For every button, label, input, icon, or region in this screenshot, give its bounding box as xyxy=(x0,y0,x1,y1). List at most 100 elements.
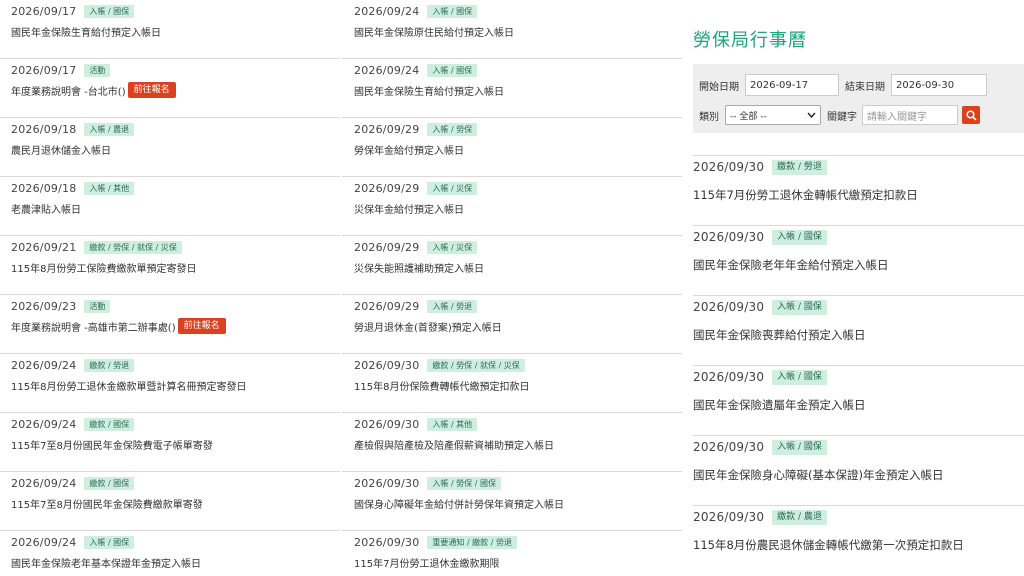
event-date: 2026/09/29 xyxy=(354,240,420,254)
event-item[interactable]: 2026/09/30 繳款 / 勞保 / 就保 / 災保 115年8月份保險費轉帳代… xyxy=(342,354,682,413)
calendar-event-item[interactable]: 2026/09/30 入帳 / 國保 國民年金保險老年年金給付預定入帳日 xyxy=(693,225,1024,295)
event-category-tag: 入帳 / 國保 xyxy=(84,535,135,549)
event-category-tag: 入帳 / 勞保 xyxy=(427,122,478,136)
keyword-label: 關鍵字 xyxy=(827,111,857,123)
event-item[interactable]: 2026/09/23 活動年度業務說明會 -高雄市第二辦事處() 前往報名 xyxy=(0,295,340,354)
event-title[interactable]: 115年8月份勞工退休金繳款單暨計算名冊預定寄發日 xyxy=(11,378,246,393)
calendar-title: 勞保局行事曆 xyxy=(693,30,807,51)
event-title[interactable]: 115年8月份勞工保險費繳款單預定寄發日 xyxy=(11,260,196,275)
event-item[interactable]: 2026/09/29 入帳 / 災保災保失能照護補助預定入帳日 xyxy=(342,236,682,295)
calendar-event-item[interactable]: 2026/09/30 繳款 / 勞退 115年7月份勞工退休金轉帳代繳預定扣款日 xyxy=(693,155,1024,225)
register-button[interactable]: 前往報名 xyxy=(177,318,226,334)
event-date: 2026/09/30 xyxy=(693,440,765,454)
event-title[interactable]: 國民年金保險原住民給付預定入帳日 xyxy=(354,24,514,39)
event-item[interactable]: 2026/09/29 入帳 / 勞退勞退月退休金(首發案)預定入帳日 xyxy=(342,295,682,354)
event-title[interactable]: 115年7月份勞工退休金繳款期限 xyxy=(354,555,499,570)
event-category-tag: 入帳 / 國保 xyxy=(772,439,827,455)
chevron-down-icon xyxy=(807,112,816,118)
start-date-label: 開始日期 xyxy=(699,81,739,93)
event-date: 2026/09/30 xyxy=(693,370,765,384)
event-category-tag: 入帳 / 國保 xyxy=(427,4,478,18)
event-category-tag: 入帳 / 國保 xyxy=(772,229,827,245)
event-item[interactable]: 2026/09/24 入帳 / 國保 國民年金保險原住民給付預定入帳日 xyxy=(342,0,682,59)
event-date: 2026/09/30 xyxy=(354,358,420,372)
event-category-tag: 繳款 / 勞保 / 就保 / 災保 xyxy=(84,240,182,254)
event-category-tag: 入帳 / 其他 xyxy=(84,181,135,195)
event-item[interactable]: 2026/09/30 入帳 / 勞保 / 國保 國保身心障礙年金給付併計勞保年資預定… xyxy=(342,472,682,531)
event-item[interactable]: 2026/09/30 重要通知 / 繳款 / 勞退 115年7月份勞工退休金繳款期限 xyxy=(342,531,682,576)
event-item[interactable]: 2026/09/18 入帳 / 其他 老農津貼入帳日 xyxy=(0,177,340,236)
event-title[interactable]: 國民年金保險生育給付預定入帳日 xyxy=(11,24,161,39)
event-category-tag: 活動 xyxy=(84,299,111,313)
filter-panel: 開始日期 2026-09-17 結束日期 2026-09-30 類別 -- 全部… xyxy=(693,64,1024,133)
event-title[interactable]: 勞退月退休金(首發案)預定入帳日 xyxy=(354,319,502,334)
event-category-tag: 繳款 / 勞退 xyxy=(772,159,827,175)
calendar-event-item[interactable]: 2026/09/30 入帳 / 國保國民年金保險遺屬年金預定入帳日 xyxy=(693,365,1024,435)
search-button[interactable] xyxy=(962,106,980,124)
event-date: 2026/09/17 xyxy=(11,4,77,18)
event-title[interactable]: 115年8月份農民退休儲金轉帳代繳第一次預定扣款日 xyxy=(693,538,964,552)
calendar-event-item[interactable]: 2026/09/30 入帳 / 國保國民年金保險身心障礙(基本保證)年金預定入帳日 xyxy=(693,435,1024,505)
event-item[interactable]: 2026/09/24 繳款 / 勞退 115年8月份勞工退休金繳款單暨計算名冊預定寄… xyxy=(0,354,340,413)
event-list-middle: 2026/09/24 入帳 / 國保國民年金保險原住民給付預定入帳日 2026/09… xyxy=(342,0,682,576)
event-title[interactable]: 災保失能照護補助預定入帳日 xyxy=(354,260,484,275)
event-item[interactable]: 2026/09/17 入帳 / 國保 國民年金保險生育給付預定入帳日 xyxy=(0,0,340,59)
calendar-event-item[interactable]: 2026/09/30 入帳 / 國保 國民年金保險喪葬給付預定入帳日 xyxy=(693,295,1024,365)
event-title[interactable]: 老農津貼入帳日 xyxy=(11,201,81,216)
event-title[interactable]: 國民年金保險老年年金給付預定入帳日 xyxy=(693,258,889,272)
keyword-input[interactable]: 請輸入關鍵字 xyxy=(862,105,958,125)
event-item[interactable]: 2026/09/29 入帳 / 勞保 勞保年金給付預定入帳日 xyxy=(342,118,682,177)
event-title[interactable]: 國民年金保險遺屬年金預定入帳日 xyxy=(693,398,866,412)
event-date: 2026/09/30 xyxy=(354,476,420,490)
end-date-input[interactable]: 2026-09-30 xyxy=(891,74,987,96)
start-date-input[interactable]: 2026-09-17 xyxy=(745,74,839,96)
register-button[interactable]: 前往報名 xyxy=(127,82,176,98)
event-title[interactable]: 勞保年金給付預定入帳日 xyxy=(354,142,464,157)
event-item[interactable]: 2026/09/18 入帳 / 農退 農民月退休儲金入帳日 xyxy=(0,118,340,177)
event-item[interactable]: 2026/09/29 入帳 / 災保 災保年金給付預定入帳日 xyxy=(342,177,682,236)
event-category-tag: 繳款 / 國保 xyxy=(84,417,135,431)
event-title[interactable]: 農民月退休儲金入帳日 xyxy=(11,142,111,157)
event-item[interactable]: 2026/09/24 繳款 / 國保 115年7至8月份國民年金保險費繳款單寄發 xyxy=(0,472,340,531)
event-title[interactable]: 年度業務說明會 -台北市() xyxy=(11,83,126,98)
event-date: 2026/09/29 xyxy=(354,299,420,313)
event-title[interactable]: 115年7月份勞工退休金轉帳代繳預定扣款日 xyxy=(693,188,918,202)
event-date: 2026/09/30 xyxy=(693,300,765,314)
event-date: 2026/09/17 xyxy=(11,63,77,77)
search-icon xyxy=(965,109,977,121)
event-title[interactable]: 115年7至8月份國民年金保險費繳款單寄發 xyxy=(11,496,203,511)
event-date: 2026/09/24 xyxy=(354,63,420,77)
event-item[interactable]: 2026/09/30 入帳 / 其他產檢假與陪產檢及陪產假薪資補助預定入帳日 xyxy=(342,413,682,472)
event-title[interactable]: 國保身心障礙年金給付併計勞保年資預定入帳日 xyxy=(354,496,564,511)
event-category-tag: 繳款 / 國保 xyxy=(84,476,135,490)
event-date: 2026/09/30 xyxy=(354,417,420,431)
event-title[interactable]: 災保年金給付預定入帳日 xyxy=(354,201,464,216)
event-item[interactable]: 2026/09/21 繳款 / 勞保 / 就保 / 災保 115年8月份勞工保險費繳… xyxy=(0,236,340,295)
event-title[interactable]: 國民年金保險喪葬給付預定入帳日 xyxy=(693,328,866,342)
event-title[interactable]: 115年8月份保險費轉帳代繳預定扣款日 xyxy=(354,378,529,393)
event-category-tag: 入帳 / 災保 xyxy=(427,240,478,254)
event-date: 2026/09/24 xyxy=(11,358,77,372)
event-date: 2026/09/30 xyxy=(693,510,765,524)
event-category-tag: 繳款 / 勞保 / 就保 / 災保 xyxy=(427,358,525,372)
event-item[interactable]: 2026/09/24 繳款 / 國保 115年7至8月份國民年金保險費電子帳單寄發 xyxy=(0,413,340,472)
event-date: 2026/09/23 xyxy=(11,299,77,313)
event-item[interactable]: 2026/09/24 入帳 / 國保 國民年金保險老年基本保證年金預定入帳日 xyxy=(0,531,340,576)
event-title[interactable]: 115年7至8月份國民年金保險費電子帳單寄發 xyxy=(11,437,213,452)
category-select[interactable]: -- 全部 -- xyxy=(725,105,821,125)
event-title[interactable]: 年度業務說明會 -高雄市第二辦事處() xyxy=(11,319,176,334)
event-title[interactable]: 產檢假與陪產檢及陪產假薪資補助預定入帳日 xyxy=(354,437,554,452)
event-date: 2026/09/21 xyxy=(11,240,77,254)
event-item[interactable]: 2026/09/17 活動 年度業務說明會 -台北市() 前往報名 xyxy=(0,59,340,118)
event-item[interactable]: 2026/09/24 入帳 / 國保 國民年金保險生育給付預定入帳日 xyxy=(342,59,682,118)
calendar-event-item[interactable]: 2026/09/30 繳款 / 農退 115年8月份農民退休儲金轉帳代繳第一次預定扣… xyxy=(693,505,1024,575)
event-title[interactable]: 國民年金保險身心障礙(基本保證)年金預定入帳日 xyxy=(693,468,943,482)
event-category-tag: 入帳 / 勞退 xyxy=(427,299,478,313)
event-title[interactable]: 國民年金保險老年基本保證年金預定入帳日 xyxy=(11,555,201,570)
event-date: 2026/09/30 xyxy=(354,535,420,549)
event-category-tag: 入帳 / 國保 xyxy=(772,369,827,385)
event-category-tag: 入帳 / 其他 xyxy=(427,417,478,431)
event-list-left: 2026/09/17 入帳 / 國保 國民年金保險生育給付預定入帳日 2026/09/… xyxy=(0,0,340,576)
event-category-tag: 重要通知 / 繳款 / 勞退 xyxy=(427,535,517,549)
event-title[interactable]: 國民年金保險生育給付預定入帳日 xyxy=(354,83,504,98)
